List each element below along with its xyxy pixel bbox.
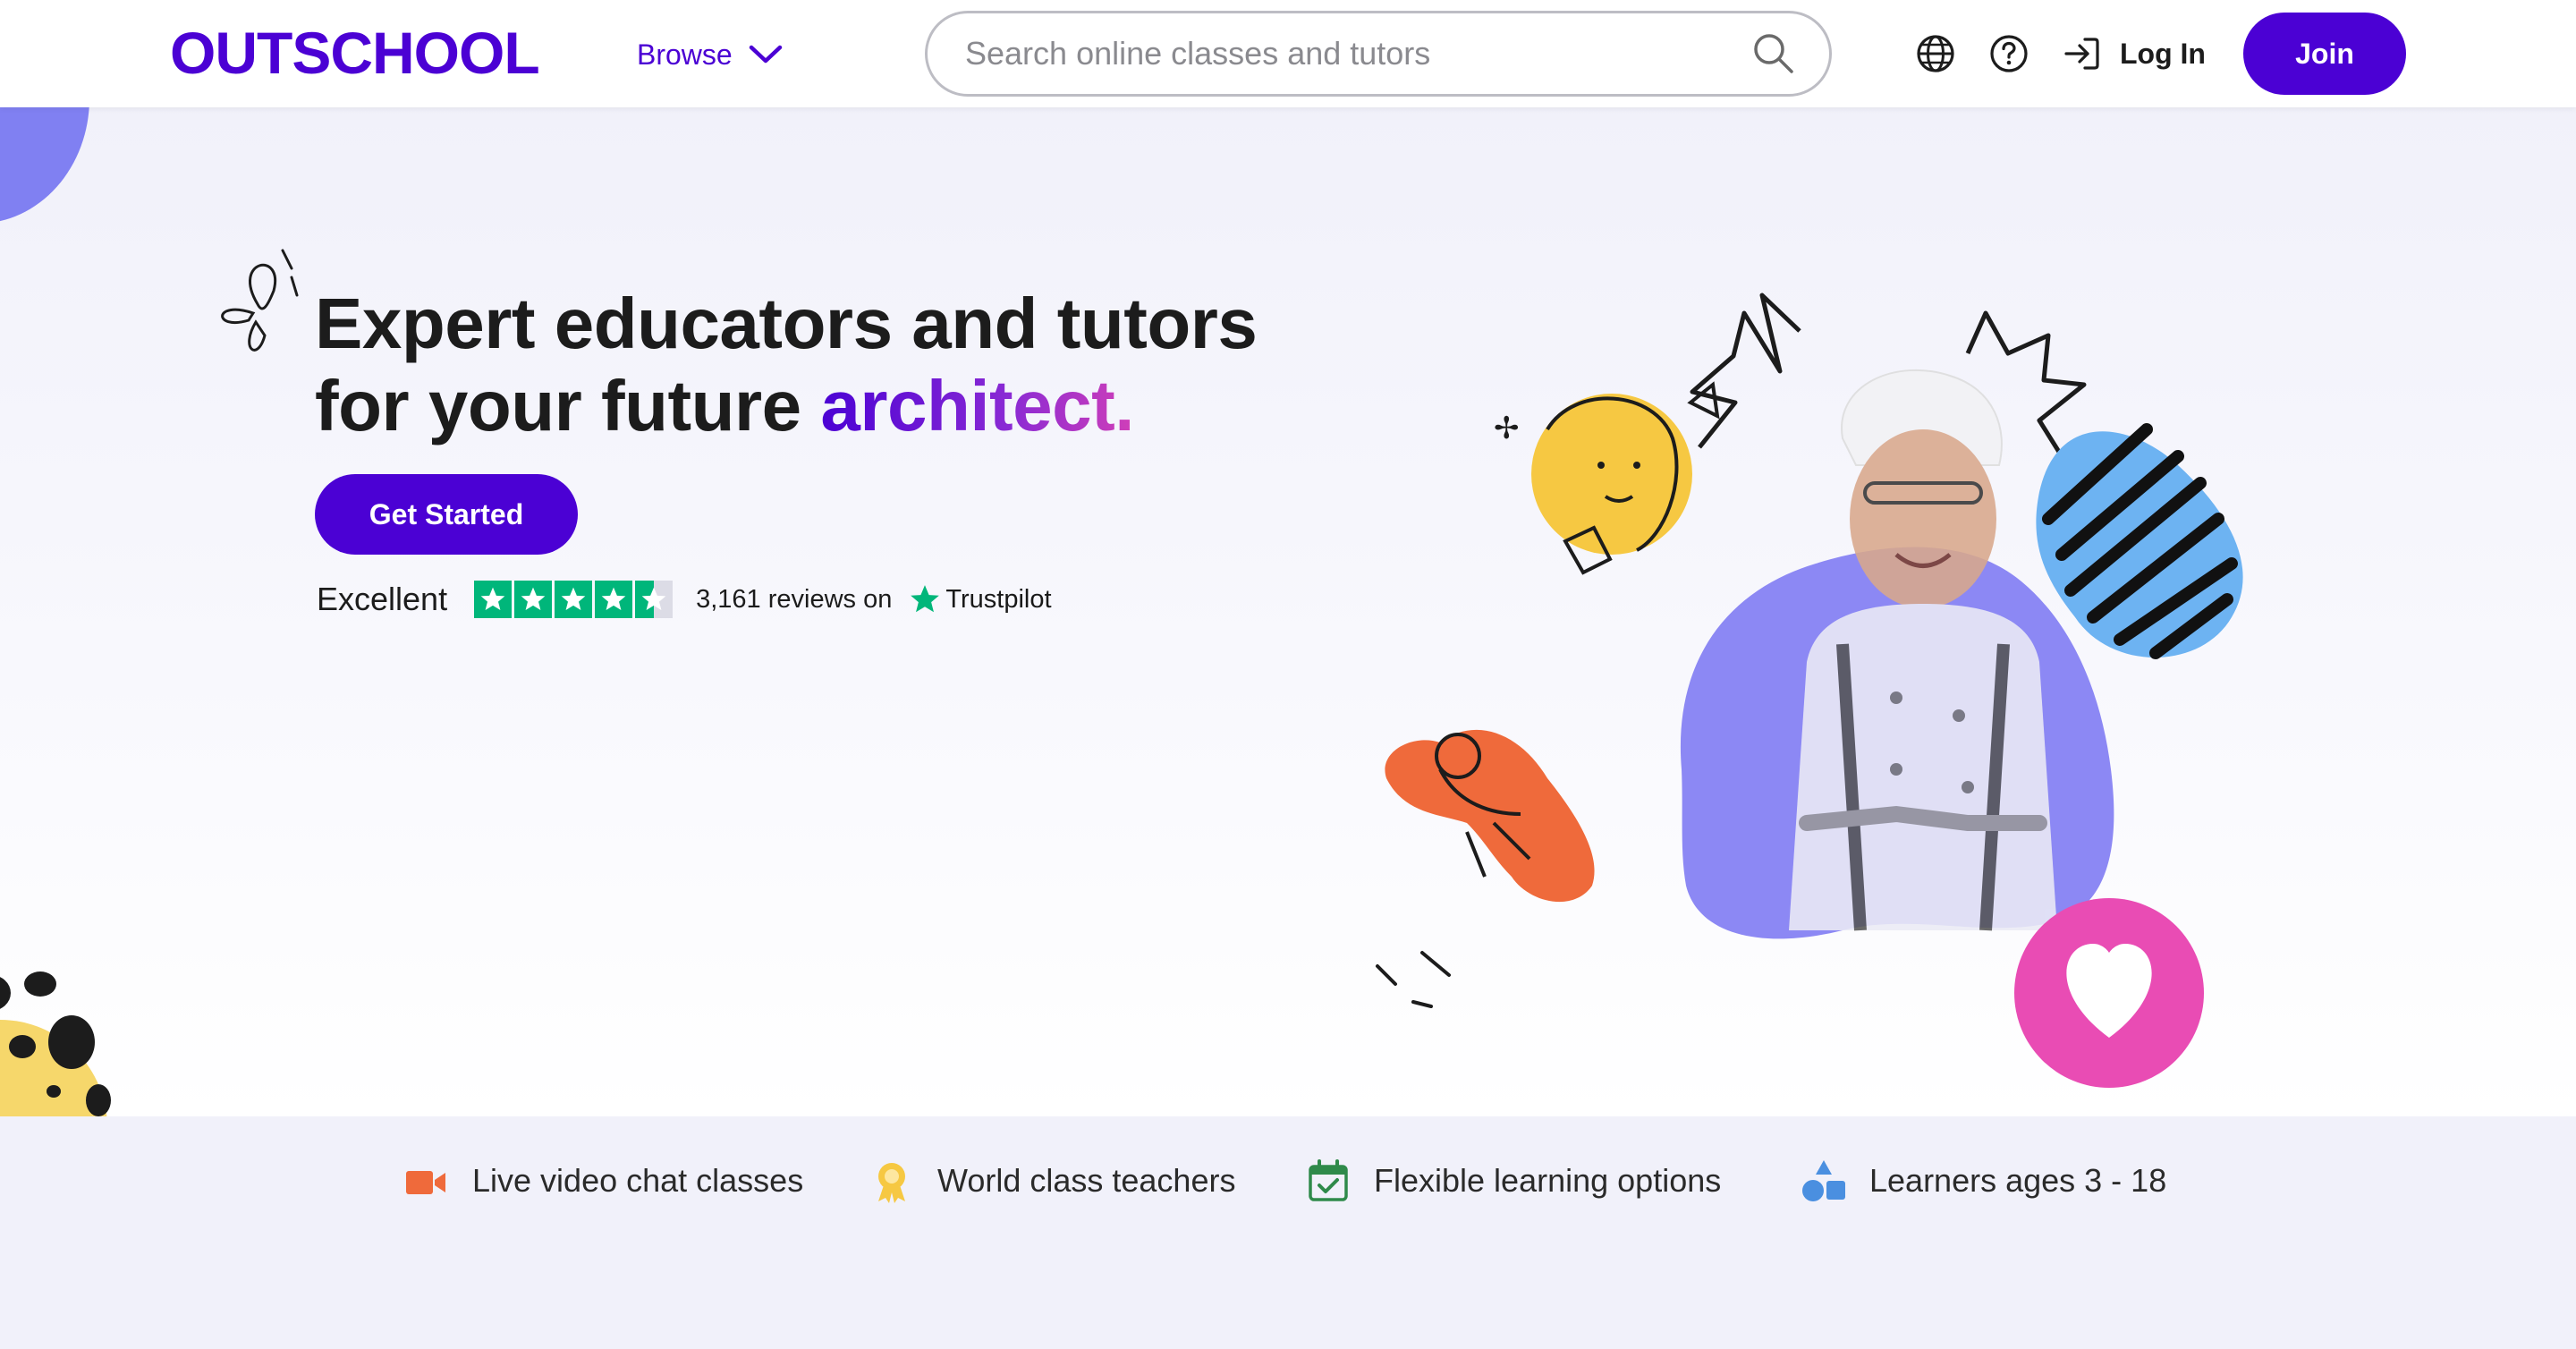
- sparkle-doodle-icon: [221, 249, 299, 352]
- sign-in-icon: [2064, 38, 2099, 70]
- star-icon: [514, 581, 553, 618]
- feature-teachers: World class teachers: [869, 1156, 1235, 1206]
- feature-label: Flexible learning options: [1374, 1162, 1722, 1199]
- get-started-button[interactable]: Get Started: [315, 474, 578, 555]
- rating-word: Excellent: [317, 581, 448, 617]
- headline-line1: Expert educators and tutors: [315, 284, 1258, 363]
- features-bar: Live video chat classes World class teac…: [0, 1116, 2576, 1349]
- join-button[interactable]: Join: [2243, 13, 2406, 95]
- half-star-icon: [635, 581, 674, 618]
- login-link[interactable]: Log In: [2061, 30, 2206, 77]
- feature-ages: Learners ages 3 - 18: [1801, 1156, 2166, 1206]
- striped-blob: [2036, 423, 2243, 659]
- trustpilot-star-icon: [911, 585, 940, 613]
- star-icon: [474, 581, 513, 618]
- award-ribbon-icon: [878, 1163, 905, 1203]
- trustpilot-rating[interactable]: Excellent 3,161 reviews on Trustpilot: [317, 576, 1052, 623]
- shapes-icon: [1802, 1160, 1845, 1201]
- star-icon: [555, 581, 593, 618]
- search-input[interactable]: [928, 35, 1750, 72]
- rating-stars: [474, 581, 674, 618]
- decorative-dotted-blob: [0, 971, 111, 1116]
- feature-label: World class teachers: [937, 1162, 1236, 1199]
- chevron-down-icon: [749, 45, 782, 64]
- feature-flexible: Flexible learning options: [1306, 1156, 1721, 1206]
- outschool-logo[interactable]: OUTSCHOOL: [170, 23, 546, 82]
- hero-section: Expert educators and tutors for your fut…: [0, 107, 2576, 1116]
- search-icon[interactable]: [1750, 30, 1797, 77]
- svg-text:✢: ✢: [1494, 411, 1520, 446]
- hero-illustration: ✢: [1376, 293, 2243, 1088]
- feature-label: Live video chat classes: [472, 1162, 804, 1199]
- headline-accent: architect.: [820, 366, 1135, 445]
- globe-icon[interactable]: [1914, 32, 1957, 75]
- trustpilot-logo[interactable]: Trustpilot: [908, 582, 1052, 616]
- child-chef-photo: [1789, 369, 2057, 931]
- video-camera-icon: [406, 1171, 445, 1194]
- zigzag-doodle: [1690, 293, 1801, 449]
- feature-live-video: Live video chat classes: [404, 1156, 803, 1206]
- calendar-check-icon: [1309, 1159, 1348, 1201]
- svg-text:OUTSCHOOL: OUTSCHOOL: [170, 23, 539, 82]
- reviews-on-text: reviews on: [767, 584, 893, 614]
- decorative-blob: [0, 107, 89, 224]
- help-icon[interactable]: [1987, 32, 2030, 75]
- login-label: Log In: [2120, 37, 2206, 70]
- hero-headline: Expert educators and tutors for your fut…: [315, 283, 1258, 447]
- browse-menu[interactable]: Browse: [637, 34, 783, 75]
- feature-label: Learners ages 3 - 18: [1869, 1162, 2167, 1199]
- superhero-doodle: [1376, 729, 1595, 1008]
- browse-label: Browse: [637, 38, 733, 71]
- headline-line2: for your future: [315, 366, 821, 445]
- star-icon: [595, 581, 633, 618]
- heart-badge-icon: [2014, 898, 2204, 1088]
- search-bar: [925, 11, 1832, 97]
- review-count-number: 3,161: [696, 584, 761, 614]
- review-count: 3,161 reviews on: [696, 585, 892, 615]
- site-header: OUTSCHOOL Browse Log In Join: [0, 0, 2576, 107]
- trustpilot-label: Trustpilot: [945, 584, 1052, 614]
- yellow-doodle-portrait: ✢: [1494, 381, 1720, 575]
